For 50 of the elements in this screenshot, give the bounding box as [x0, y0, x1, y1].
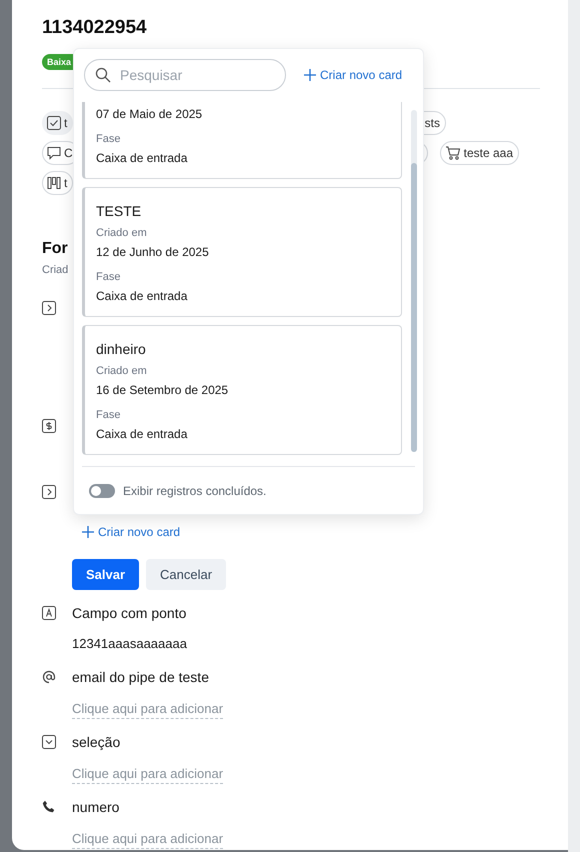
checkbox-icon — [47, 116, 61, 130]
record-title: TESTE — [96, 202, 142, 220]
tag-chip[interactable]: t — [42, 171, 74, 195]
create-card-link[interactable]: Criar novo card — [82, 525, 180, 539]
record-card[interactable]: TESTE Criado em 12 de Junho de 2025 Fase Caixa de entrada — [82, 187, 402, 318]
field-value[interactable]: 12341aaasaaaaaaa — [72, 634, 187, 654]
cart-icon — [444, 145, 461, 161]
comment-icon — [47, 146, 61, 160]
field-label: numero — [72, 798, 120, 817]
field-label: seleção — [72, 733, 122, 752]
phase-label: Fase — [96, 408, 122, 422]
phone-icon — [42, 800, 56, 814]
toggle-switch[interactable] — [89, 484, 115, 498]
create-card-link[interactable]: Criar novo card — [304, 68, 402, 82]
chevron-right-icon — [42, 301, 56, 315]
at-sign-icon — [42, 670, 56, 684]
section-title: For — [42, 239, 68, 259]
tag-chip[interactable]: teste aaa — [440, 141, 519, 165]
phase-label: Fase — [96, 270, 122, 284]
record-title: dinheiro — [96, 340, 147, 358]
dropdown-icon — [42, 735, 56, 749]
created-label: Criado em — [96, 226, 148, 240]
created-date: 12 de Junho de 2025 — [96, 244, 210, 260]
dollar-icon — [42, 419, 56, 433]
kanban-icon — [47, 176, 61, 190]
field-label: email do pipe de teste — [72, 668, 210, 687]
phase-value: Caixa de entrada — [96, 150, 188, 166]
phase-label: Fase — [96, 132, 122, 146]
created-label: Criado em — [96, 364, 148, 378]
created-date: 07 de Maio de 2025 — [96, 106, 204, 122]
record-card[interactable]: dinheiro Criado em 16 de Setembro de 2025 Fase Caixa de entrada — [82, 325, 402, 456]
text-field-icon — [42, 606, 56, 620]
phase-value: Caixa de entrada — [96, 288, 188, 304]
scrollbar[interactable] — [411, 110, 417, 452]
chevron-right-icon — [42, 485, 56, 499]
card-title: 1134022954 — [42, 16, 148, 40]
search-icon — [95, 67, 111, 84]
tag-chip[interactable]: t — [42, 111, 74, 135]
phase-value: Caixa de entrada — [96, 426, 188, 442]
record-card[interactable]: 07 de Maio de 2025 Fase Caixa de entrada — [82, 102, 402, 180]
search-field[interactable]: Pesquisar — [84, 59, 286, 92]
save-button[interactable]: Salvar — [72, 559, 140, 590]
created-date: 16 de Setembro de 2025 — [96, 382, 230, 398]
plus-icon — [304, 69, 316, 82]
field-label: Campo com ponto — [72, 604, 188, 623]
plus-icon — [82, 526, 94, 538]
priority-badge: Baixa — [42, 54, 74, 70]
cancel-button[interactable]: Cancelar — [146, 559, 226, 590]
section-subtitle: Criad — [42, 263, 68, 277]
toggle-label: Exibir registros concluídos. — [123, 484, 266, 498]
